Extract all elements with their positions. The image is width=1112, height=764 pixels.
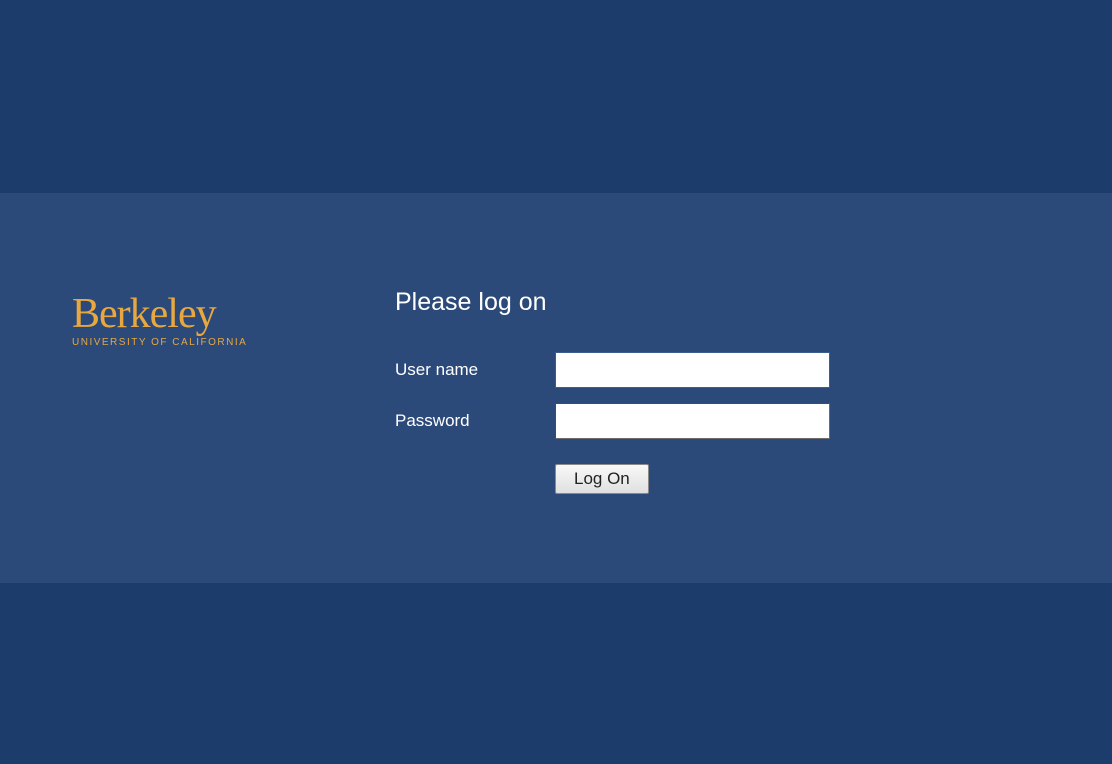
logo-area: Berkeley UNIVERSITY OF CALIFORNIA bbox=[0, 193, 395, 583]
logon-button[interactable]: Log On bbox=[555, 464, 649, 494]
button-row: Log On bbox=[395, 464, 1112, 494]
username-row: User name bbox=[395, 352, 1112, 388]
username-label: User name bbox=[395, 360, 555, 380]
bottom-band bbox=[0, 583, 1112, 764]
login-panel: Berkeley UNIVERSITY OF CALIFORNIA Please… bbox=[0, 193, 1112, 583]
form-heading: Please log on bbox=[395, 288, 1112, 317]
password-label: Password bbox=[395, 411, 555, 431]
logo-subtitle: UNIVERSITY OF CALIFORNIA bbox=[72, 337, 247, 348]
login-form: Please log on User name Password Log On bbox=[395, 193, 1112, 583]
berkeley-logo: Berkeley UNIVERSITY OF CALIFORNIA bbox=[72, 293, 247, 348]
top-band bbox=[0, 0, 1112, 193]
username-input[interactable] bbox=[555, 352, 830, 388]
password-input[interactable] bbox=[555, 403, 830, 439]
password-row: Password bbox=[395, 403, 1112, 439]
logo-main-text: Berkeley bbox=[72, 293, 247, 335]
